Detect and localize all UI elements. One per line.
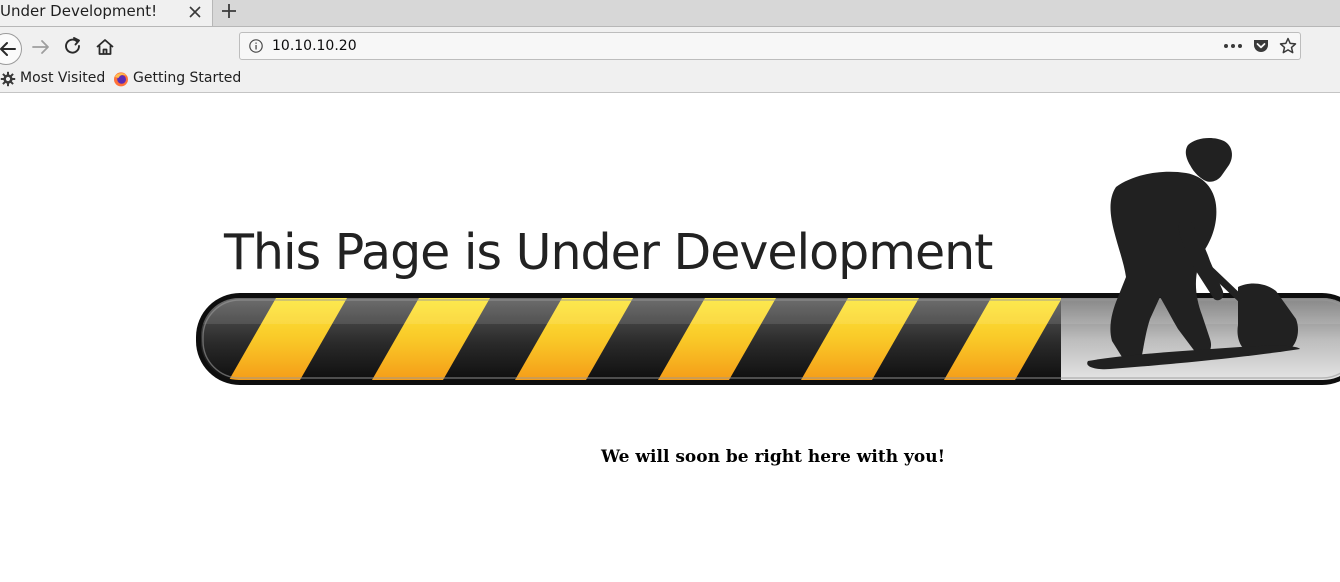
banner-heading: This Page is Under Development xyxy=(223,224,993,281)
navigation-bar: 10.10.10.20 xyxy=(0,27,1340,66)
arrow-left-icon xyxy=(0,42,16,56)
worker-silhouette xyxy=(1087,137,1300,370)
ellipsis-icon[interactable] xyxy=(1222,37,1244,55)
tagline: We will soon be right here with you! xyxy=(600,447,946,467)
tab-strip: Under Development! xyxy=(0,0,1340,27)
close-icon[interactable] xyxy=(186,3,204,21)
firefox-icon xyxy=(114,72,128,87)
pocket-icon[interactable] xyxy=(1252,37,1270,55)
arrow-right-icon[interactable] xyxy=(29,35,53,59)
reload-icon[interactable] xyxy=(61,35,85,59)
tab-title: Under Development! xyxy=(0,2,158,20)
tab-active[interactable]: Under Development! xyxy=(0,0,213,26)
home-icon[interactable] xyxy=(93,35,117,59)
back-button[interactable] xyxy=(0,33,22,65)
under-development-banner: This Page is Under Development xyxy=(196,137,1340,385)
bookmarks-toolbar: Most Visited Getting Started xyxy=(0,66,1340,93)
page-content: This Page is Under Development We will s… xyxy=(0,93,1340,582)
star-icon[interactable] xyxy=(1278,36,1298,56)
info-icon[interactable] xyxy=(248,38,264,54)
url-text[interactable]: 10.10.10.20 xyxy=(272,38,357,54)
bookmark-label: Getting Started xyxy=(133,70,242,86)
plus-icon[interactable] xyxy=(219,1,239,21)
url-bar[interactable]: 10.10.10.20 xyxy=(239,32,1301,60)
gear-icon xyxy=(0,71,16,87)
browser-window: Under Development! 10.10.10.20 Most Visi… xyxy=(0,0,1340,582)
bookmark-label: Most Visited xyxy=(20,70,106,86)
